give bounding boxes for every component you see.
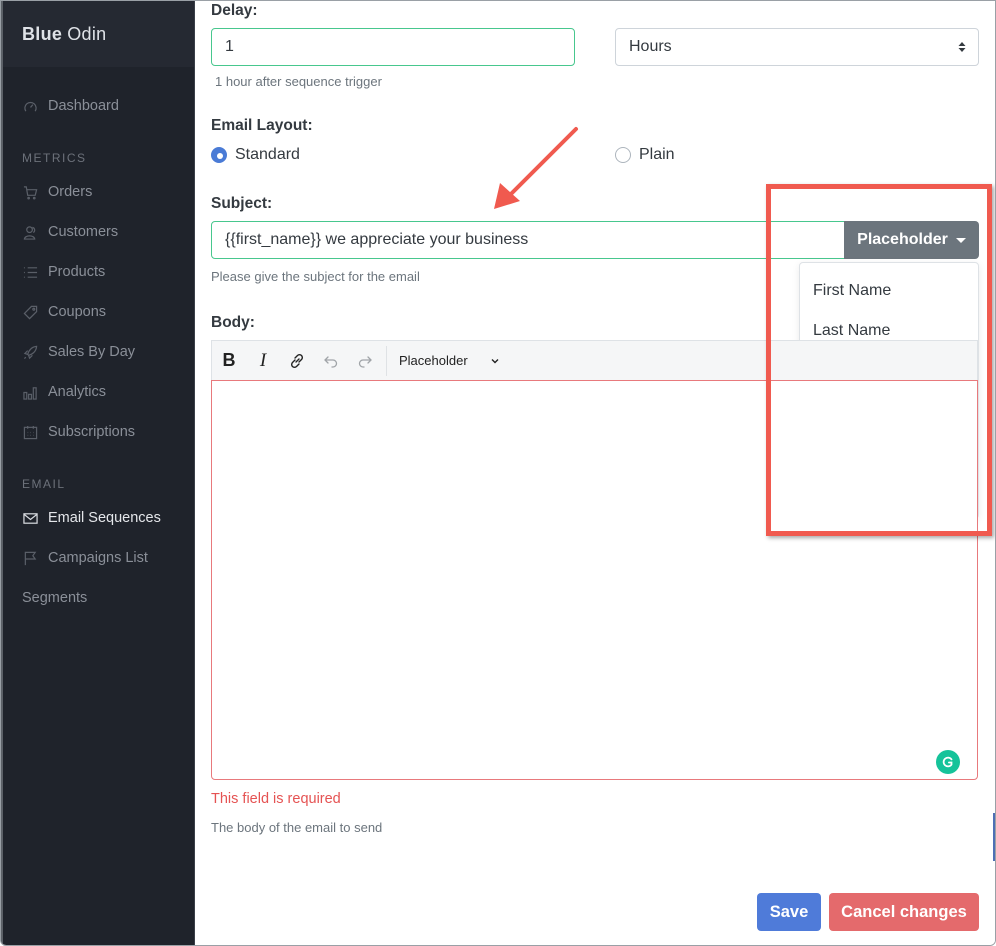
sidebar-item-products[interactable]: Products <box>22 260 105 284</box>
placeholder-option-first-name[interactable]: First Name <box>813 282 891 300</box>
sidebar-item-label: Analytics <box>48 384 107 400</box>
rocket-icon <box>22 344 38 360</box>
placeholder-option-last-name[interactable]: Last Name <box>813 322 890 340</box>
bold-icon: B <box>222 350 236 370</box>
gauge-icon <box>22 98 38 114</box>
layout-radio-plain[interactable]: Plain <box>615 146 675 164</box>
delay-input[interactable]: 1 <box>211 28 575 66</box>
email-layout-label: Email Layout: <box>211 117 313 134</box>
undo-button[interactable] <box>314 341 348 381</box>
sidebar-item-label: Campaigns List <box>48 550 148 566</box>
brand-name-bold: Blue <box>22 23 63 44</box>
users-icon <box>22 224 38 240</box>
sidebar-item-sales-by-day[interactable]: Sales By Day <box>22 340 135 364</box>
sidebar-item-customers[interactable]: Customers <box>22 220 118 244</box>
brand-name-light: Odin <box>67 23 107 44</box>
envelope-icon <box>22 510 38 526</box>
body-help: The body of the email to send <box>211 820 383 835</box>
toolbar-divider <box>386 345 387 376</box>
email-step-form: Delay: 1 Hours 1 hour after sequence tri… <box>196 1 995 945</box>
delay-unit-value: Hours <box>629 38 672 55</box>
chevron-down-icon <box>491 358 499 363</box>
sidebar-item-label: Orders <box>48 184 93 200</box>
sidebar-item-email-sequences[interactable]: Email Sequences <box>22 506 161 530</box>
radio-checked-icon <box>211 147 227 163</box>
redo-button[interactable] <box>348 341 382 381</box>
select-arrows-icon <box>958 42 966 52</box>
sidebar-item-campaigns-list[interactable]: Campaigns List <box>22 546 148 570</box>
sidebar-item-label: Customers <box>48 224 119 240</box>
sidebar-item-label: Subscriptions <box>48 424 136 440</box>
subject-label: Subject: <box>211 195 273 212</box>
delay-help: 1 hour after sequence trigger <box>215 74 382 89</box>
sidebar-section-email: EMAIL <box>22 477 66 491</box>
subject-help: Please give the subject for the email <box>211 269 420 284</box>
body-error-message: This field is required <box>211 791 341 807</box>
undo-icon <box>324 355 338 368</box>
sidebar-item-label: Coupons <box>48 304 107 320</box>
radio-unchecked-icon <box>615 147 631 163</box>
cart-icon <box>22 184 38 200</box>
sidebar-section-metrics: METRICS <box>22 151 87 165</box>
caret-down-icon <box>955 237 966 243</box>
tag-icon <box>22 304 38 320</box>
annotation-arrow-icon <box>494 127 578 209</box>
sidebar-item-dashboard[interactable]: Dashboard <box>22 94 119 118</box>
editor-placeholder-select[interactable]: Placeholder <box>399 353 500 368</box>
subject-value: {{first_name}} we appreciate your busine… <box>225 231 529 248</box>
sidebar-item-label: Segments <box>22 590 88 606</box>
brand-logo[interactable]: Blue Odin <box>3 1 194 67</box>
sidebar-item-subscriptions[interactable]: Subscriptions <box>22 420 135 444</box>
delay-unit-select[interactable]: Hours <box>615 28 979 66</box>
italic-button[interactable]: I <box>246 341 280 381</box>
body-label: Body: <box>211 314 255 331</box>
sidebar-item-segments[interactable]: Segments <box>22 586 87 610</box>
save-button[interactable]: Save <box>757 893 821 931</box>
bold-button[interactable]: B <box>212 341 246 381</box>
delay-label: Delay: <box>211 2 258 19</box>
grammarly-icon[interactable] <box>936 750 960 774</box>
body-editor[interactable] <box>211 380 978 780</box>
sidebar-item-label: Dashboard <box>48 98 119 114</box>
radio-label: Standard <box>235 146 300 163</box>
list-icon <box>22 264 38 280</box>
cancel-changes-button[interactable]: Cancel changes <box>829 893 979 931</box>
radio-label: Plain <box>639 146 675 163</box>
delay-value: 1 <box>225 38 234 55</box>
calendar-icon <box>22 424 38 440</box>
sidebar-item-analytics[interactable]: Analytics <box>22 380 106 404</box>
scrollbar-indicator <box>993 813 995 861</box>
flag-icon <box>22 550 38 566</box>
link-button[interactable] <box>280 341 314 381</box>
editor-toolbar: B I Placeholder <box>211 340 978 380</box>
sidebar-item-label: Sales By Day <box>48 344 136 360</box>
layout-radio-standard[interactable]: Standard <box>211 146 300 164</box>
sidebar-item-orders[interactable]: Orders <box>22 180 92 204</box>
placeholder-button-label: Placeholder <box>857 231 948 248</box>
link-icon <box>290 353 304 368</box>
app-window: Blue Odin Dashboard METRICS Orders Custo… <box>0 0 996 946</box>
subject-placeholder-button[interactable]: Placeholder <box>844 221 979 259</box>
sidebar-item-label: Email Sequences <box>48 510 161 526</box>
subject-input[interactable]: {{first_name}} we appreciate your busine… <box>211 221 845 259</box>
sidebar-item-label: Products <box>48 264 106 280</box>
redo-icon <box>358 355 372 368</box>
editor-placeholder-label: Placeholder <box>399 353 468 368</box>
italic-icon: I <box>259 349 267 371</box>
sidebar: Blue Odin Dashboard METRICS Orders Custo… <box>1 1 195 945</box>
bar-chart-icon <box>22 384 38 400</box>
sidebar-item-coupons[interactable]: Coupons <box>22 300 106 324</box>
